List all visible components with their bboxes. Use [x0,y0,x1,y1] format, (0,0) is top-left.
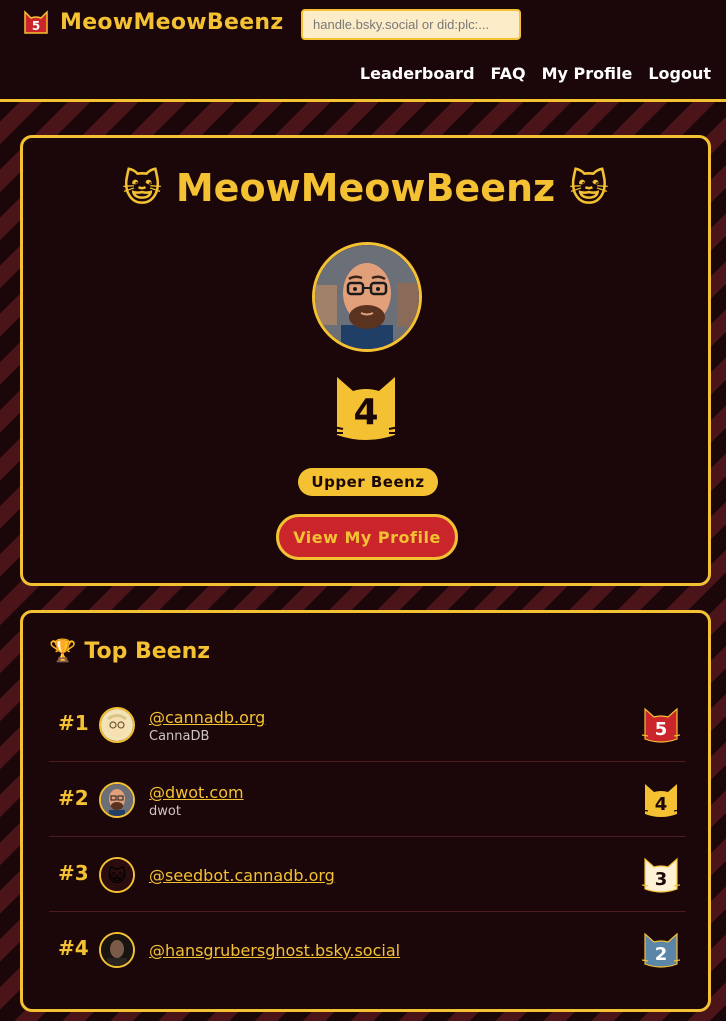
cat-face-icon: 😺 [569,166,609,210]
rank-value: 3 [655,869,668,890]
trophy-icon: 🏆 [49,639,77,664]
display-name: dwot [149,804,181,819]
avatar[interactable] [99,932,135,968]
rank-cat-icon: 2 [641,930,681,974]
top-beenz-heading: 🏆 Top Beenz [49,639,210,664]
avatar-illustration [315,245,419,349]
avatar[interactable]: 😺 [99,857,135,893]
rank-value: 5 [655,719,668,740]
nav-logout[interactable]: Logout [648,64,711,83]
hero-title: 😺 MeowMeowBeenz 😺 [23,166,708,210]
rank-value: 4 [655,794,668,815]
rank-position: #4 [58,936,89,960]
rank-position: #2 [58,786,89,810]
avatar[interactable] [99,707,135,743]
list-item: #1 @cannadb.org CannaDB 5 [49,687,686,762]
user-handle[interactable]: @seedbot.cannadb.org [149,866,335,885]
list-item: #3 😺 @seedbot.cannadb.org 3 [49,837,686,912]
search-input[interactable] [301,9,521,40]
rank-cat-icon: 3 [641,855,681,899]
rank-position: #3 [58,861,89,885]
top-beenz-title: Top Beenz [84,639,211,664]
logo[interactable]: 5 MeowMeowBeenz [22,8,283,36]
avatar[interactable] [99,782,135,818]
view-profile-button[interactable]: View My Profile [276,514,458,560]
nav-my-profile[interactable]: My Profile [542,64,633,83]
rank-value: 4 [353,392,378,433]
list-item: #4 @hansgrubersghost.bsky.social 2 [49,912,686,987]
list-item: #2 @dwot.com dwot 4 [49,762,686,837]
rank-cat-icon: 5 [641,705,681,749]
user-handle[interactable]: @hansgrubersghost.bsky.social [149,941,400,960]
my-rank-panel: 😺 MeowMeowBeenz 😺 4 Upper Beenz View My … [20,135,711,586]
hero-title-text: MeowMeowBeenz [175,166,556,210]
nav-leaderboard[interactable]: Leaderboard [360,64,475,83]
user-handle[interactable]: @cannadb.org [149,708,265,727]
rank-position: #1 [58,711,89,735]
rank-cat-icon: 4 [641,780,681,824]
main-nav: Leaderboard FAQ My Profile Logout [360,64,711,83]
leaderboard-list: #1 @cannadb.org CannaDB 5 #2 @dwot.com d… [49,687,686,987]
brand-name[interactable]: MeowMeowBeenz [60,10,283,35]
rank-tier-badge: Upper Beenz [298,468,438,496]
nav-faq[interactable]: FAQ [491,64,526,83]
rank-cat-icon: 4 [332,371,400,451]
top-beenz-panel: 🏆 Top Beenz #1 @cannadb.org CannaDB 5 #2… [20,610,711,1012]
cat-face-icon: 😺 [122,166,162,210]
logo-rank: 5 [32,19,40,33]
my-avatar [312,242,422,352]
top-header: 5 MeowMeowBeenz Leaderboard FAQ My Profi… [0,0,726,102]
user-handle[interactable]: @dwot.com [149,783,244,802]
display-name: CannaDB [149,729,210,744]
rank-value: 2 [655,944,668,965]
cat-rank-icon: 5 [24,10,48,34]
cat-face-icon: 😺 [108,865,127,887]
